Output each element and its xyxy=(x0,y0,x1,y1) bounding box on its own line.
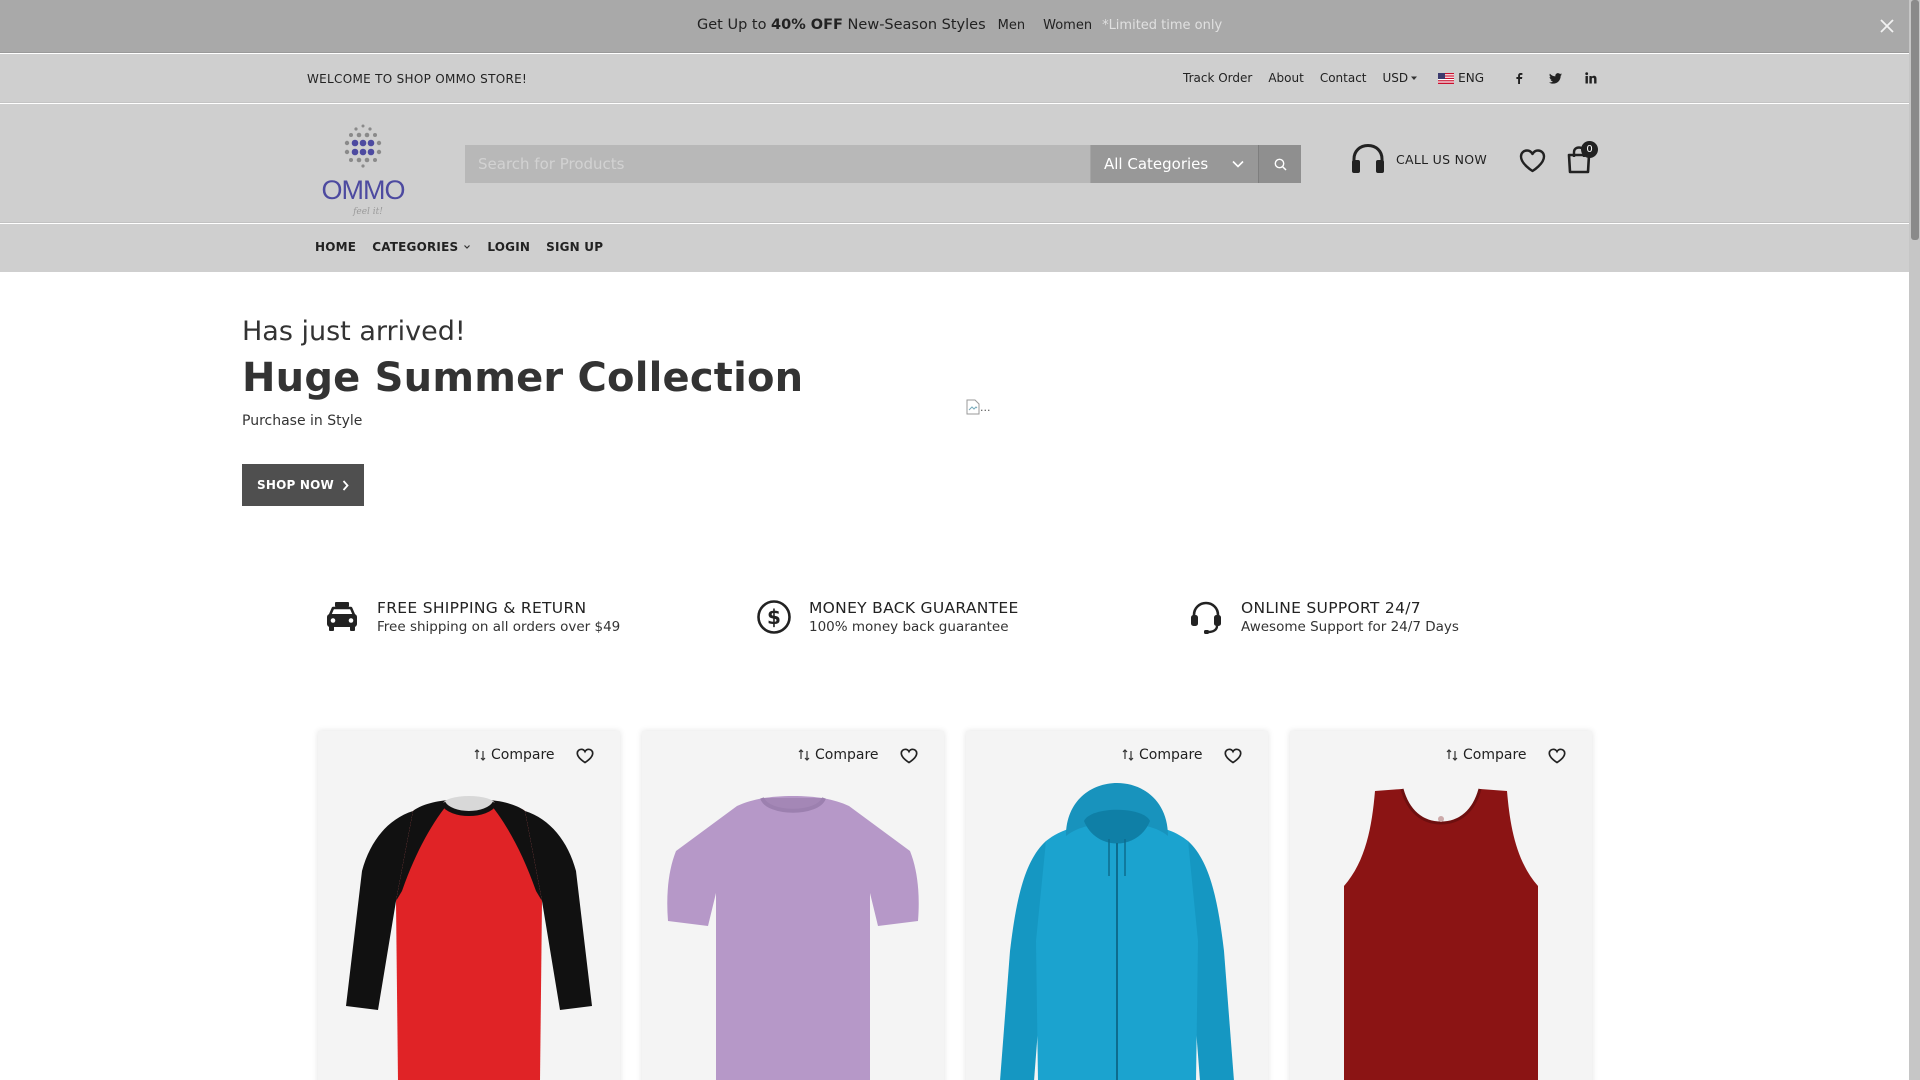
headphones-icon xyxy=(1352,143,1384,173)
hero-image-broken: ... xyxy=(966,399,996,415)
feature-desc: Awesome Support for 24/7 Days xyxy=(1241,619,1459,635)
nav-signup[interactable]: SIGN UP xyxy=(546,240,603,254)
close-icon[interactable] xyxy=(1877,16,1897,36)
compare-icon xyxy=(798,749,810,761)
logo-wordmark: OMMO xyxy=(322,175,405,205)
feature-support: ONLINE SUPPORT 24/7 Awesome Support for … xyxy=(1187,598,1459,636)
call-us-label: CALL US NOW xyxy=(1396,151,1488,167)
main-nav: HOME CATEGORIES LOGIN SIGN UP xyxy=(0,224,1909,272)
promo-text: Get Up to 40% OFF New-Season Styles xyxy=(697,17,986,33)
compare-label: Compare xyxy=(815,747,879,763)
compare-button[interactable]: Compare xyxy=(474,747,555,763)
hero-tagline: Purchase in Style xyxy=(242,413,363,429)
product-card[interactable]: Compare xyxy=(318,731,620,1080)
hero-image-alt: ... xyxy=(980,400,991,414)
feature-title: MONEY BACK GUARANTEE xyxy=(809,599,1019,617)
cart-count-badge: 0 xyxy=(1581,141,1598,158)
nav-categories-label: CATEGORIES xyxy=(372,240,459,254)
heart-icon[interactable] xyxy=(900,748,918,764)
heart-icon[interactable] xyxy=(1548,748,1566,764)
currency-selector[interactable]: USD xyxy=(1383,71,1419,85)
currency-label: USD xyxy=(1382,71,1409,85)
promo-link-men[interactable]: Men xyxy=(998,18,1025,33)
feature-title: FREE SHIPPING & RETURN xyxy=(377,599,587,617)
nav-categories[interactable]: CATEGORIES xyxy=(372,240,471,254)
feature-money-back: $ MONEY BACK GUARANTEE 100% money back g… xyxy=(755,598,1019,636)
product-image-hoodie[interactable] xyxy=(966,781,1268,1080)
feature-desc: 100% money back guarantee xyxy=(809,619,1009,635)
shop-now-label: SHOP NOW xyxy=(257,478,334,492)
compare-button[interactable]: Compare xyxy=(1446,747,1527,763)
nav-login[interactable]: LOGIN xyxy=(487,240,530,254)
heart-icon[interactable] xyxy=(1224,748,1242,764)
top-links: Track Order About Contact USD ENG xyxy=(1183,71,1620,85)
shop-now-button[interactable]: SHOP NOW xyxy=(242,464,364,506)
feature-title: ONLINE SUPPORT 24/7 xyxy=(1241,599,1421,617)
scrollbar-thumb[interactable] xyxy=(1911,0,1919,240)
promo-highlight: 40% OFF xyxy=(771,17,843,33)
nav-home[interactable]: HOME xyxy=(315,240,356,254)
language-selector[interactable]: ENG xyxy=(1438,71,1484,85)
heart-icon xyxy=(1519,149,1546,173)
welcome-text: WELCOME TO SHOP OMMO STORE! xyxy=(307,72,528,86)
heart-icon[interactable] xyxy=(576,748,594,764)
caret-down-icon xyxy=(1411,76,1418,80)
track-order-link[interactable]: Track Order xyxy=(1183,71,1252,85)
svg-text:$: $ xyxy=(767,605,781,629)
us-flag-icon xyxy=(1438,72,1455,84)
compare-button[interactable]: Compare xyxy=(798,747,879,763)
search-input[interactable] xyxy=(465,145,1091,183)
product-image-tank-top[interactable] xyxy=(1290,781,1592,1080)
linkedin-icon[interactable] xyxy=(1584,71,1598,85)
compare-label: Compare xyxy=(491,747,555,763)
about-link[interactable]: About xyxy=(1268,71,1303,85)
compare-icon xyxy=(474,749,486,761)
compare-label: Compare xyxy=(1139,747,1203,763)
logo-tagline: feel it! xyxy=(352,207,383,217)
dollar-icon: $ xyxy=(755,598,793,636)
compare-icon xyxy=(1446,749,1458,761)
product-card[interactable]: Compare xyxy=(642,731,944,1080)
hero-subtitle: Has just arrived! xyxy=(242,316,466,347)
compare-icon xyxy=(1122,749,1134,761)
category-select[interactable]: All Categories xyxy=(1091,145,1258,183)
promo-bar: Get Up to 40% OFF New-Season Styles Men … xyxy=(0,0,1909,53)
call-us[interactable]: CALL US NOW xyxy=(1350,143,1487,175)
broken-image-icon xyxy=(966,399,980,415)
wishlist-button[interactable] xyxy=(1519,148,1546,174)
chevron-down-icon xyxy=(1232,160,1244,168)
hero-title: Huge Summer Collection xyxy=(242,355,804,401)
search-icon xyxy=(1274,158,1287,171)
page: Get Up to 40% OFF New-Season Styles Men … xyxy=(0,0,1920,1080)
ommo-logo[interactable]: OMMO feel it! xyxy=(318,114,408,218)
search-button[interactable] xyxy=(1258,145,1301,183)
facebook-icon[interactable] xyxy=(1512,71,1526,85)
compare-label: Compare xyxy=(1463,747,1527,763)
headset-icon xyxy=(1187,598,1225,636)
main-header: OMMO feel it! All Categories CALL US NOW xyxy=(0,104,1909,223)
twitter-icon[interactable] xyxy=(1548,71,1562,85)
product-card[interactable]: Compare xyxy=(966,731,1268,1080)
product-image-tshirt[interactable] xyxy=(642,781,944,1080)
search-bar: All Categories xyxy=(465,145,1301,183)
contact-link[interactable]: Contact xyxy=(1320,71,1367,85)
chevron-right-icon xyxy=(342,479,349,491)
promo-link-women[interactable]: Women xyxy=(1043,18,1092,33)
chevron-down-icon xyxy=(464,245,471,249)
category-select-label: All Categories xyxy=(1104,155,1209,173)
product-image-raglan-shirt[interactable] xyxy=(318,781,620,1080)
feature-shipping: FREE SHIPPING & RETURN Free shipping on … xyxy=(323,598,620,636)
promo-note: *Limited time only xyxy=(1102,17,1223,33)
product-card[interactable]: Compare xyxy=(1290,731,1592,1080)
top-info-bar: WELCOME TO SHOP OMMO STORE! Track Order … xyxy=(0,54,1909,103)
truck-icon xyxy=(323,598,361,636)
feature-desc: Free shipping on all orders over $49 xyxy=(377,619,621,635)
language-label: ENG xyxy=(1458,71,1484,85)
compare-button[interactable]: Compare xyxy=(1122,747,1203,763)
